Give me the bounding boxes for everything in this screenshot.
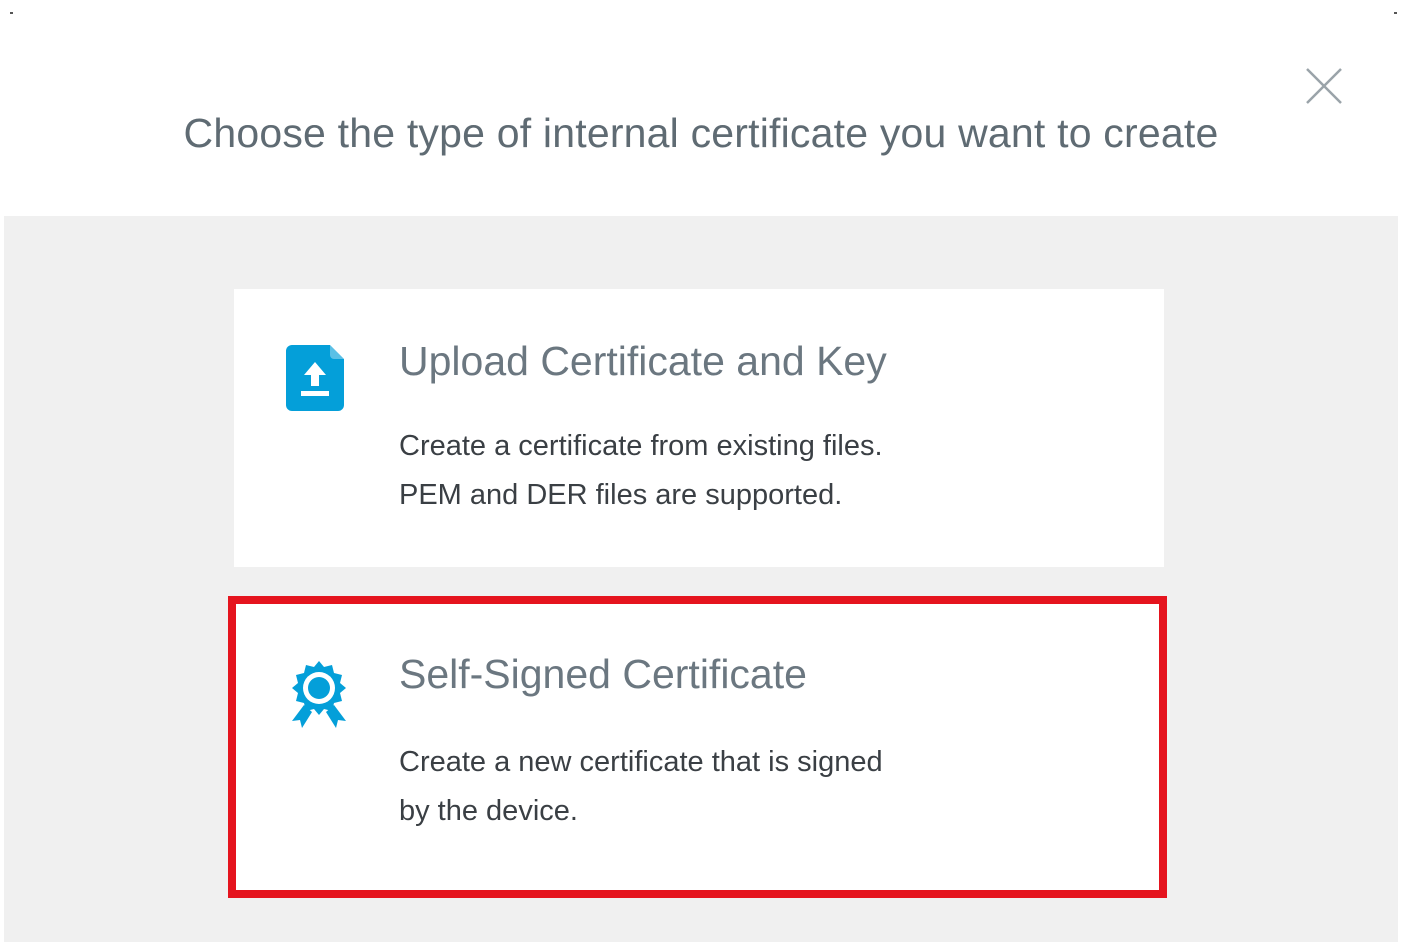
close-icon xyxy=(1306,68,1342,104)
self-signed-option-title: Self-Signed Certificate xyxy=(399,651,807,697)
close-button[interactable] xyxy=(1304,66,1344,106)
upload-option-description-line: Create a certificate from existing files… xyxy=(399,430,883,462)
upload-certificate-option[interactable]: Upload Certificate and Key Create a cert… xyxy=(234,289,1164,567)
dialog-body: Upload Certificate and Key Create a cert… xyxy=(4,216,1398,942)
self-signed-certificate-option[interactable]: Self-Signed Certificate Create a new cer… xyxy=(234,604,1164,891)
upload-option-description-line: PEM and DER files are supported. xyxy=(399,479,843,511)
dialog-header: Choose the type of internal certificate … xyxy=(4,14,1398,216)
upload-option-title: Upload Certificate and Key xyxy=(399,338,887,384)
dialog-title: Choose the type of internal certificate … xyxy=(183,110,1219,156)
upload-file-icon xyxy=(286,345,348,416)
self-signed-option-description-line: Create a new certificate that is signed xyxy=(399,746,883,778)
upload-option-description: Create a certificate from existing files… xyxy=(399,422,1099,520)
create-certificate-dialog: Choose the type of internal certificate … xyxy=(4,14,1398,942)
certificate-badge-icon xyxy=(286,659,352,734)
self-signed-option-description: Create a new certificate that is signed … xyxy=(399,738,1099,836)
self-signed-option-description-line: by the device. xyxy=(399,795,578,827)
